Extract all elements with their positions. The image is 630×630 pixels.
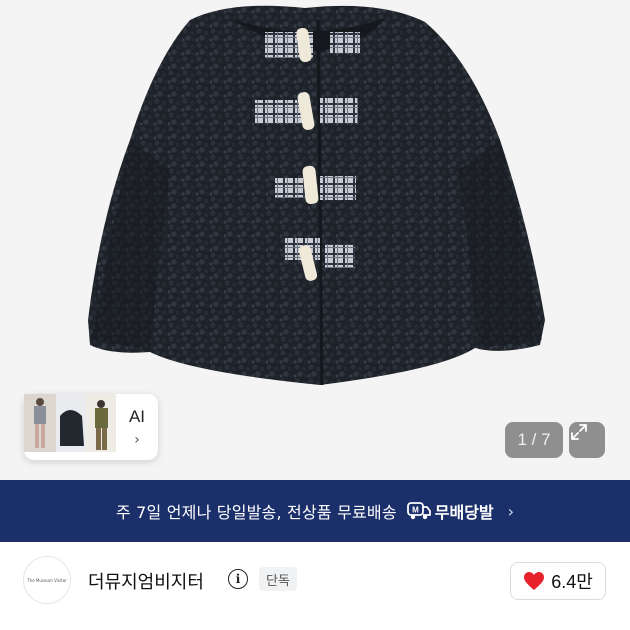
ai-styling-card[interactable]: AI ›	[24, 394, 158, 460]
banner-brand-logo: M 무배당발	[406, 499, 494, 523]
info-icon[interactable]: i	[228, 569, 248, 589]
image-counter: 1 / 7	[505, 422, 563, 458]
store-row: The Museum Visitor 더뮤지엄비지터 i 단독 6.4만	[0, 542, 630, 630]
shipping-banner[interactable]: 주 7일 언제나 당일발송, 전상품 무료배송 M 무배당발 ›	[0, 480, 630, 542]
banner-text: 주 7일 언제나 당일발송, 전상품 무료배송	[115, 503, 397, 522]
svg-text:M: M	[412, 506, 419, 515]
heart-icon	[524, 572, 545, 590]
chevron-right-icon: ›	[507, 501, 515, 521]
exclusive-badge: 단독	[259, 567, 297, 591]
expand-icon	[571, 424, 587, 440]
chevron-right-icon: ›	[134, 432, 140, 448]
store-logo[interactable]: The Museum Visitor	[23, 556, 71, 604]
like-button[interactable]: 6.4만	[510, 562, 606, 600]
expand-button[interactable]	[569, 422, 605, 458]
like-count: 6.4만	[551, 572, 593, 592]
delivery-truck-icon: M	[406, 502, 431, 520]
ai-outfit-thumbnails	[24, 394, 116, 452]
ai-thumbnail-strip	[24, 394, 120, 456]
ai-label: AI	[128, 407, 146, 426]
store-name[interactable]: 더뮤지엄비지터	[88, 568, 204, 594]
store-logo-text: The Museum Visitor	[27, 577, 67, 583]
banner-brand-name: 무배당발	[434, 503, 494, 522]
product-image-gallery[interactable]: AI › 1 / 7	[0, 0, 630, 480]
